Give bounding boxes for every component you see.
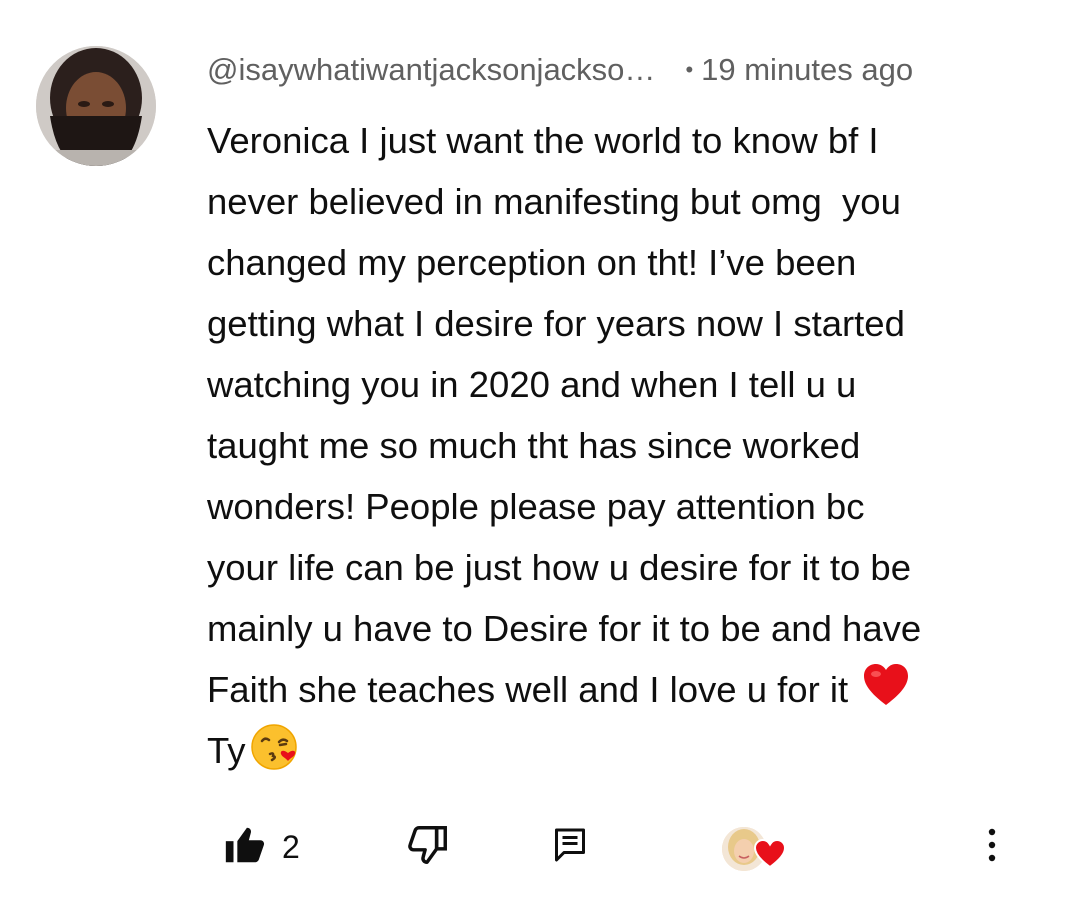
- comment-body: Veronica I just want the world to know b…: [207, 110, 1037, 781]
- more-options-button[interactable]: [980, 815, 1004, 879]
- more-vertical-icon: [980, 823, 1004, 872]
- comment-header: @isaywhatiwantjacksonjackso… • 19 minute…: [207, 50, 913, 90]
- thumbs-down-outline-icon: [405, 822, 451, 873]
- comment-timestamp[interactable]: 19 minutes ago: [701, 52, 913, 88]
- dislike-button[interactable]: [405, 815, 451, 879]
- comment-action-bar: 2: [0, 815, 1068, 885]
- creator-heart-badge: [722, 817, 787, 881]
- comment-line: watching you in 2020 and when I tell u u: [207, 364, 857, 405]
- comment-line: never believed in manifesting but omg yo…: [207, 181, 901, 222]
- comment-line: your life can be just how u desire for i…: [207, 547, 912, 588]
- comment-line: taught me so much tht has since worked: [207, 425, 861, 466]
- comment-line: Faith she teaches well and I love u for …: [207, 669, 859, 710]
- creator-heart-icon: [753, 838, 787, 869]
- thumbs-up-filled-icon: [222, 822, 268, 873]
- like-button[interactable]: 2: [222, 815, 300, 879]
- comment-line: changed my perception on tht! I’ve been: [207, 242, 857, 283]
- comment-line: Veronica I just want the world to know b…: [207, 120, 879, 161]
- comment-line-last: Ty: [207, 730, 246, 771]
- author-handle[interactable]: @isaywhatiwantjacksonjackso…: [207, 52, 655, 88]
- comment-line: mainly u have to Desire for it to be and…: [207, 608, 922, 649]
- comment-line: wonders! People please pay attention bc: [207, 486, 865, 527]
- face-blowing-kiss-emoji: [250, 723, 298, 771]
- comment-thread-item: @isaywhatiwantjacksonjackso… • 19 minute…: [0, 0, 1068, 911]
- reply-button[interactable]: [552, 815, 588, 879]
- comment-line: getting what I desire for years now I st…: [207, 303, 905, 344]
- header-separator: •: [685, 57, 694, 82]
- author-avatar[interactable]: [36, 46, 156, 166]
- reply-comment-icon: [552, 825, 588, 870]
- red-heart-emoji: [862, 662, 910, 710]
- like-count: 2: [282, 828, 300, 865]
